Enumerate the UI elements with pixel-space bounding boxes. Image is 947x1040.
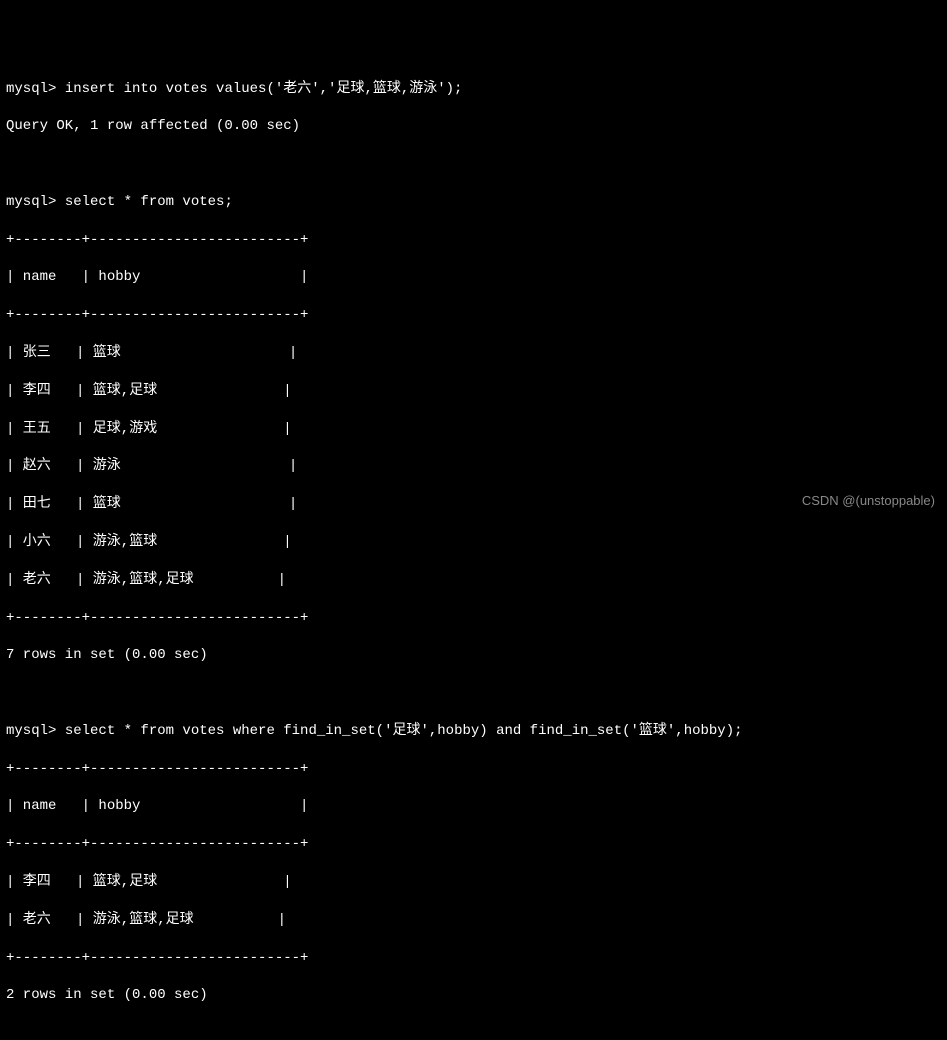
blank <box>6 684 941 703</box>
table1-row: | 张三 | 篮球 | <box>6 344 941 363</box>
table2-row: | 李四 | 篮球,足球 | <box>6 873 941 892</box>
table1-row: | 小六 | 游泳,篮球 | <box>6 533 941 552</box>
table1-row: | 田七 | 篮球 | <box>6 495 941 514</box>
table1-header: | name | hobby | <box>6 268 941 287</box>
watermark: CSDN @(unstoppable) <box>802 492 935 510</box>
insert-result: Query OK, 1 row affected (0.00 sec) <box>6 117 941 136</box>
table1-footer: 7 rows in set (0.00 sec) <box>6 646 941 665</box>
prompt-select1: mysql> select * from votes; <box>6 193 941 212</box>
blank <box>6 155 941 174</box>
table1-border-mid: +--------+-------------------------+ <box>6 306 941 325</box>
table2-header: | name | hobby | <box>6 797 941 816</box>
table2-border-bot: +--------+-------------------------+ <box>6 949 941 968</box>
table2-row: | 老六 | 游泳,篮球,足球 | <box>6 911 941 930</box>
table1-row: | 李四 | 篮球,足球 | <box>6 382 941 401</box>
table1-border-bot: +--------+-------------------------+ <box>6 609 941 628</box>
table2-footer: 2 rows in set (0.00 sec) <box>6 986 941 1005</box>
table1-border-top: +--------+-------------------------+ <box>6 231 941 250</box>
table2-border-top: +--------+-------------------------+ <box>6 760 941 779</box>
prompt-insert: mysql> insert into votes values('老六','足球… <box>6 80 941 99</box>
table2-border-mid: +--------+-------------------------+ <box>6 835 941 854</box>
prompt-select2: mysql> select * from votes where find_in… <box>6 722 941 741</box>
table1-row: | 王五 | 足球,游戏 | <box>6 420 941 439</box>
table1-row: | 赵六 | 游泳 | <box>6 457 941 476</box>
table1-row: | 老六 | 游泳,篮球,足球 | <box>6 571 941 590</box>
